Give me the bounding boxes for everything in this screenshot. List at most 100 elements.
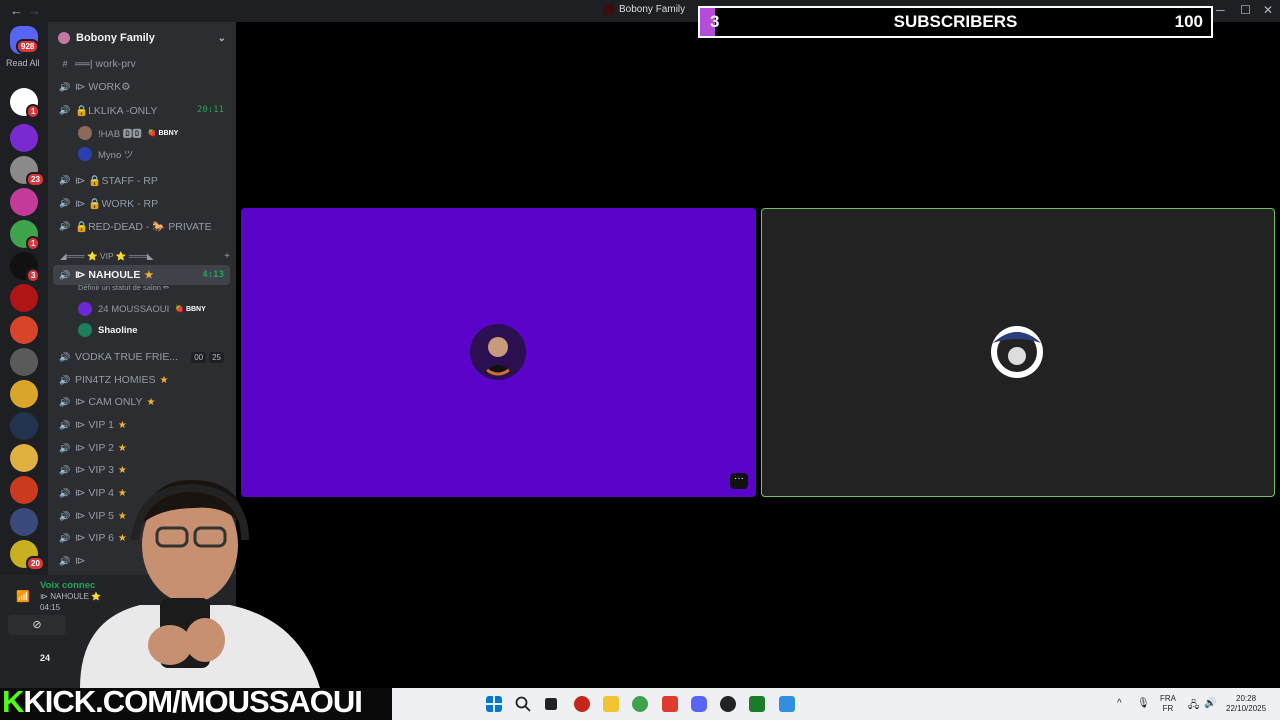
windows-start-icon[interactable] — [486, 696, 502, 712]
clock-date: 22/10/2025 — [1226, 704, 1267, 713]
voice-channel[interactable]: 🔊 ⧐ WORK⚙ — [53, 77, 230, 97]
speaker-icon: 🔊 — [59, 442, 71, 453]
file-explorer-icon[interactable] — [603, 696, 619, 712]
voice-channel[interactable]: 🔊 🔒LKLIKA -ONLY 20:11 — [53, 100, 230, 120]
server-header[interactable]: Bobony Family ⌄ — [48, 22, 236, 54]
server-7-icon[interactable] — [10, 284, 38, 312]
speaker-icon: 🔊 — [59, 374, 71, 385]
server-10-icon[interactable] — [10, 380, 38, 408]
server-name: Bobony Family — [76, 32, 155, 44]
voice-channel[interactable]: 🔊 🔒RED-DEAD - 🐎 PRIVATE — [53, 216, 230, 236]
hashtag-icon: # — [62, 59, 68, 69]
app-record-icon[interactable] — [574, 696, 590, 712]
server-fucl-icon[interactable] — [10, 124, 38, 152]
lang-bottom: FR — [1162, 704, 1174, 713]
voice-channel[interactable]: 🔊 ⧐ VIP 1 ★ — [53, 415, 230, 435]
channel-label: ⧐ NAHOULE — [75, 269, 141, 281]
microphone-icon[interactable]: 🎙 — [1137, 698, 1150, 709]
kick-branding: KKICK.COM/MOUSSAOUI — [2, 684, 363, 719]
voice-channel[interactable]: 🔊 ⧐ NAHOULE ★ 4:13 — [53, 265, 230, 285]
tray-chevron-icon[interactable]: ^ — [1117, 698, 1122, 709]
server-4-icon[interactable] — [10, 188, 38, 216]
add-channel-button[interactable]: + — [224, 251, 230, 262]
channel-counts: 00 25 — [191, 351, 224, 363]
close-button[interactable]: ✕ — [1263, 3, 1273, 17]
server-12-icon[interactable] — [10, 444, 38, 472]
volume-icon[interactable]: 🔊 — [1204, 698, 1216, 709]
star-icon: ★ — [144, 269, 154, 281]
channel-label: ⧐ CAM ONLY — [75, 396, 143, 408]
server-icon — [58, 32, 70, 44]
member-name: Myno ツ — [98, 150, 134, 161]
chevron-down-icon[interactable]: ⌄ — [218, 33, 226, 44]
app-green-icon[interactable] — [749, 696, 765, 712]
read-all-button[interactable]: Read All — [6, 58, 40, 68]
server-badge: 1 — [26, 236, 41, 251]
forward-icon[interactable]: → — [28, 3, 41, 18]
screen: ← → Bobony Family ─ ☐ ✕ 928 Read All 1 23… — [0, 0, 1280, 720]
minimize-button[interactable]: ─ — [1216, 3, 1225, 17]
voice-channel[interactable]: 🔊 ⧐ CAM ONLY ★ — [53, 392, 230, 412]
server-9-icon[interactable] — [10, 348, 38, 376]
server-icon — [603, 4, 614, 15]
speaker-icon: 🔊 — [59, 419, 71, 430]
speaker-icon: 🔊 — [59, 197, 71, 208]
back-icon[interactable]: ← — [10, 3, 23, 18]
voice-member[interactable]: !HAB 🅱🅱 🍓 BBNY — [78, 124, 178, 142]
subscriber-goal: 100 — [1174, 12, 1203, 31]
server-8-icon[interactable] — [10, 316, 38, 344]
channel-label: ⧐ 🔒WORK - RP — [75, 197, 159, 210]
voice-channel[interactable]: 🔊 PIN4TZ HOMIES ★ — [53, 370, 230, 390]
star-icon: ★ — [159, 374, 169, 386]
user-avatar — [470, 324, 526, 380]
channel-label: ⧐ VIP 2 — [75, 442, 114, 454]
voice-channel[interactable]: 🔊 VODKA TRUE FRIE... 00 25 — [53, 347, 230, 367]
language-indicator[interactable]: FRA FR — [1160, 694, 1176, 714]
member-name: !HAB 🅱🅱 — [98, 129, 142, 140]
video-tile-moussaoui[interactable]: ··· — [241, 208, 756, 497]
notepad-icon[interactable] — [779, 696, 795, 712]
member-name: Shaoline — [98, 324, 138, 336]
voice-channel[interactable]: 🔊 ⧐ VIP 2 ★ — [53, 438, 230, 458]
server-11-icon[interactable] — [10, 412, 38, 440]
user-avatar — [991, 326, 1043, 378]
voice-channel[interactable]: 🔊 ⧐ 🔒WORK - RP — [53, 193, 230, 213]
task-view-icon[interactable] — [545, 698, 557, 710]
voice-channel[interactable]: # ══| work-prv — [53, 54, 230, 74]
channel-label: ⧐ WORK⚙ — [75, 81, 131, 93]
channel-status-line[interactable]: Définir un statut de salon ✏ — [78, 283, 169, 292]
more-options-button[interactable]: ··· — [730, 473, 748, 489]
chrome-icon[interactable] — [632, 696, 648, 712]
clock[interactable]: 20:28 22/10/2025 — [1226, 694, 1266, 714]
category-vip[interactable]: ◢═══ ⭐ VIP ⭐ ═══◣ + — [60, 251, 230, 262]
search-icon[interactable] — [515, 696, 531, 712]
category-label: ◢═══ ⭐ VIP ⭐ ═══◣ — [60, 251, 154, 261]
lang-top: FRA — [1160, 694, 1176, 703]
server-badge: 3 — [26, 268, 41, 283]
avatar — [78, 147, 92, 161]
windows-taskbar: ^ 🎙 FRA FR 🖧 🔊 20:28 22/10/2025 — [392, 688, 1280, 720]
app-red-icon[interactable] — [662, 696, 678, 712]
channel-label: ⧐ 🔒STAFF - RP — [75, 174, 158, 187]
speaker-icon: 🔊 — [59, 351, 71, 362]
maximize-button[interactable]: ☐ — [1240, 3, 1251, 17]
speaker-icon: 🔊 — [59, 396, 71, 407]
discord-taskbar-icon[interactable] — [691, 696, 707, 712]
video-tile-shaoline[interactable] — [761, 208, 1275, 497]
voice-channel[interactable]: 🔊 ⧐ 🔒STAFF - RP — [53, 170, 230, 190]
voice-member[interactable]: Myno ツ — [78, 145, 133, 163]
window-title-text: Bobony Family — [619, 4, 686, 15]
channel-label: VODKA TRUE FRIE... — [75, 351, 179, 363]
subscriber-label: SUBSCRIBERS — [893, 12, 1018, 31]
channel-label: 🔒LKLIKA -ONLY — [75, 104, 158, 117]
voice-member[interactable]: Shaoline — [78, 321, 138, 339]
channel-label: ══| work-prv — [75, 58, 136, 70]
network-icon[interactable]: 🖧 — [1188, 698, 1199, 715]
voice-member[interactable]: 24 MOUSSAOUI 🍓 BBNY — [78, 300, 206, 318]
channel-timer: 20:11 — [196, 105, 224, 115]
channel-label: 🔒RED-DEAD - 🐎 PRIVATE — [75, 220, 212, 233]
member-name: 24 MOUSSAOUI — [98, 303, 170, 315]
speaker-icon: 🔊 — [59, 174, 71, 185]
obs-icon[interactable] — [720, 696, 736, 712]
speaker-icon: 🔊 — [59, 81, 71, 92]
